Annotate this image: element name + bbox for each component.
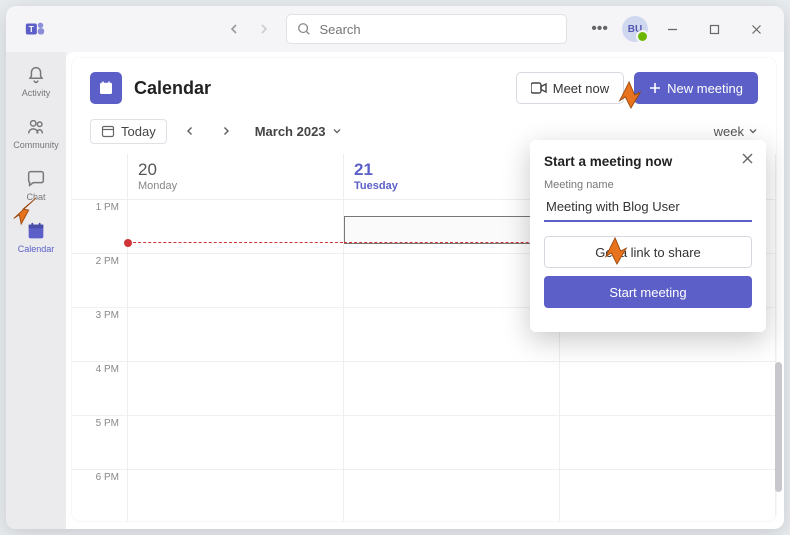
search-icon	[297, 22, 311, 36]
rail-chat[interactable]: Chat	[9, 160, 63, 210]
svg-text:T: T	[29, 25, 34, 34]
rail-label: Community	[13, 140, 59, 150]
titlebar: T ••• BU	[6, 6, 784, 52]
popover-close-button[interactable]	[741, 152, 754, 170]
page-header: Calendar Meet now New meeting	[72, 58, 776, 114]
rail-activity[interactable]: Activity	[9, 56, 63, 106]
teams-app-icon: T	[24, 18, 46, 40]
today-label: Today	[121, 124, 156, 139]
start-meeting-button[interactable]: Start meeting	[544, 276, 752, 308]
month-label: March 2023	[255, 124, 326, 139]
video-icon	[531, 82, 547, 94]
chat-icon	[25, 168, 47, 190]
page-title: Calendar	[134, 78, 211, 99]
rail-label: Calendar	[18, 244, 55, 254]
scrollbar-thumb[interactable]	[775, 362, 782, 492]
close-icon	[741, 152, 754, 165]
close-button[interactable]	[738, 14, 774, 44]
day-column-tuesday[interactable]: 21 Tuesday	[344, 154, 560, 521]
chevron-down-icon	[332, 126, 342, 136]
meeting-name-label: Meeting name	[544, 179, 752, 191]
current-time-indicator	[128, 242, 343, 243]
bell-icon	[25, 64, 47, 86]
chevron-down-icon	[748, 126, 758, 136]
meet-now-button[interactable]: Meet now	[516, 72, 624, 104]
rail-label: Chat	[26, 192, 45, 202]
day-number: 20	[138, 160, 333, 180]
time-label: 2 PM	[72, 254, 127, 308]
get-link-button[interactable]: Get a link to share	[544, 236, 752, 268]
time-label: 3 PM	[72, 308, 127, 362]
nav-back-icon[interactable]	[220, 15, 248, 43]
rail-calendar[interactable]: Calendar	[9, 212, 63, 262]
day-number: 21	[354, 160, 549, 180]
calendar-icon	[25, 220, 47, 242]
day-column-monday[interactable]: 20 Monday	[128, 154, 344, 521]
time-label: 5 PM	[72, 416, 127, 470]
search-input[interactable]	[319, 22, 556, 37]
get-link-label: Get a link to share	[595, 245, 701, 260]
prev-period-button[interactable]	[177, 118, 203, 144]
calendar-small-icon	[101, 124, 115, 138]
plus-icon	[649, 82, 661, 94]
time-label: 6 PM	[72, 470, 127, 521]
today-button[interactable]: Today	[90, 119, 167, 144]
new-meeting-button[interactable]: New meeting	[634, 72, 758, 104]
nav-forward-icon[interactable]	[250, 15, 278, 43]
meet-now-popover: Start a meeting now Meeting name Get a l…	[530, 140, 766, 332]
people-icon	[25, 116, 47, 138]
rail-community[interactable]: Community	[9, 108, 63, 158]
popover-title: Start a meeting now	[544, 154, 752, 169]
month-picker[interactable]: March 2023	[255, 124, 342, 139]
meet-now-label: Meet now	[553, 81, 609, 96]
more-options-icon[interactable]: •••	[583, 16, 616, 42]
time-label: 4 PM	[72, 362, 127, 416]
time-selection[interactable]	[344, 216, 559, 244]
view-selector[interactable]: week	[714, 124, 758, 139]
time-label: 1 PM	[72, 200, 127, 254]
view-label: week	[714, 124, 744, 139]
day-name: Monday	[138, 180, 333, 192]
time-column: 1 PM 2 PM 3 PM 4 PM 5 PM 6 PM	[72, 154, 128, 521]
minimize-button[interactable]	[654, 14, 690, 44]
new-meeting-label: New meeting	[667, 81, 743, 96]
current-time-indicator	[344, 242, 559, 243]
left-rail: Activity Community Chat Calendar	[6, 52, 66, 529]
day-header: 20 Monday	[128, 154, 343, 200]
next-period-button[interactable]	[213, 118, 239, 144]
meeting-name-input[interactable]	[544, 195, 752, 222]
day-header: 21 Tuesday	[344, 154, 559, 200]
maximize-button[interactable]	[696, 14, 732, 44]
start-meeting-label: Start meeting	[609, 285, 686, 300]
calendar-badge-icon	[90, 72, 122, 104]
avatar[interactable]: BU	[622, 16, 648, 42]
day-name: Tuesday	[354, 180, 549, 192]
rail-label: Activity	[22, 88, 51, 98]
search-box[interactable]	[286, 14, 567, 44]
